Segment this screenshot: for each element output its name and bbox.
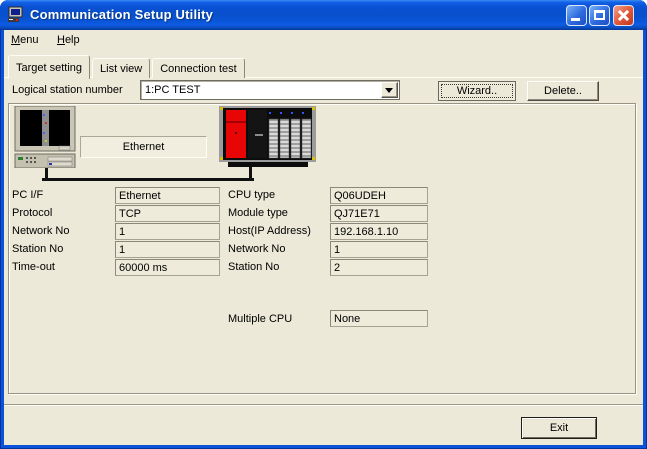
client-area: Menu Help Target setting List view Conne… <box>4 30 643 445</box>
field-label-cpu-type: CPU type <box>228 189 276 201</box>
field-value-network-no: 1 <box>115 223 220 240</box>
field-value-module-type: QJ71E71 <box>330 205 428 222</box>
exit-button[interactable]: Exit <box>521 417 597 439</box>
field-label-host-ip: Host(IP Address) <box>228 225 311 237</box>
field-label-pc-if: PC I/F <box>12 189 44 201</box>
tab-target-setting[interactable]: Target setting <box>8 55 91 79</box>
menu-underline: M <box>11 34 21 46</box>
connection-type-label: Ethernet <box>122 141 165 153</box>
dropdown-button[interactable] <box>381 82 398 98</box>
field-value-station-no-2: 2 <box>330 259 428 276</box>
close-icon <box>614 6 633 25</box>
logical-station-label: Logical station number <box>12 84 123 96</box>
maximize-icon <box>594 10 605 20</box>
window-title: Communication Setup Utility <box>30 7 214 22</box>
help-underline: H <box>56 34 65 46</box>
connection-type-box: Ethernet <box>80 136 207 158</box>
minimize-icon <box>571 18 580 21</box>
field-label-network-no: Network No <box>12 225 70 237</box>
maximize-button[interactable] <box>589 5 610 26</box>
delete-button[interactable]: Delete.. <box>527 81 599 101</box>
field-value-protocol: TCP <box>115 205 220 222</box>
tab-connection-test[interactable]: Connection test <box>152 58 245 78</box>
field-value-network-no-2: 1 <box>330 241 428 258</box>
field-label-multiple-cpu: Multiple CPU <box>228 313 293 325</box>
field-label-station-no: Station No <box>12 243 64 255</box>
tab-list-view[interactable]: List view <box>92 58 151 78</box>
menu-rest: enu <box>20 34 39 46</box>
titlebar[interactable]: Communication Setup Utility <box>0 0 647 30</box>
plc-image <box>219 106 316 167</box>
chevron-down-icon <box>385 88 393 93</box>
footer-divider <box>4 404 643 406</box>
minimize-button[interactable] <box>566 5 587 26</box>
field-value-multiple-cpu: None <box>330 310 428 327</box>
menu-item-help[interactable]: Help <box>50 30 87 51</box>
field-value-host-ip: 192.168.1.10 <box>330 223 428 240</box>
field-label-timeout: Time-out <box>12 261 55 273</box>
field-value-cpu-type: Q06UDEH <box>330 187 428 204</box>
network-wire-bus <box>42 178 254 181</box>
field-value-timeout: 60000 ms <box>115 259 220 276</box>
close-button[interactable] <box>613 5 634 26</box>
field-value-pc-if: Ethernet <box>115 187 220 204</box>
pc-image <box>14 106 76 168</box>
logical-station-select[interactable]: 1:PC TEST <box>140 80 400 100</box>
tabstrip: Target setting List view Connection test <box>8 54 247 79</box>
menu-item-menu[interactable]: Menu <box>4 30 46 51</box>
help-rest: elp <box>64 34 80 46</box>
network-wire-plc <box>249 167 252 179</box>
field-label-station-no-2: Station No <box>228 261 280 273</box>
field-label-network-no-2: Network No <box>228 243 286 255</box>
app-icon <box>8 6 23 22</box>
field-label-module-type: Module type <box>228 207 288 219</box>
wizard-button[interactable]: Wizard.. <box>438 81 516 101</box>
app-window: Communication Setup Utility Menu Help Ta… <box>0 0 647 449</box>
logical-station-value: 1:PC TEST <box>145 84 201 96</box>
menubar: Menu Help <box>4 30 643 51</box>
field-label-protocol: Protocol <box>12 207 53 219</box>
field-value-station-no: 1 <box>115 241 220 258</box>
